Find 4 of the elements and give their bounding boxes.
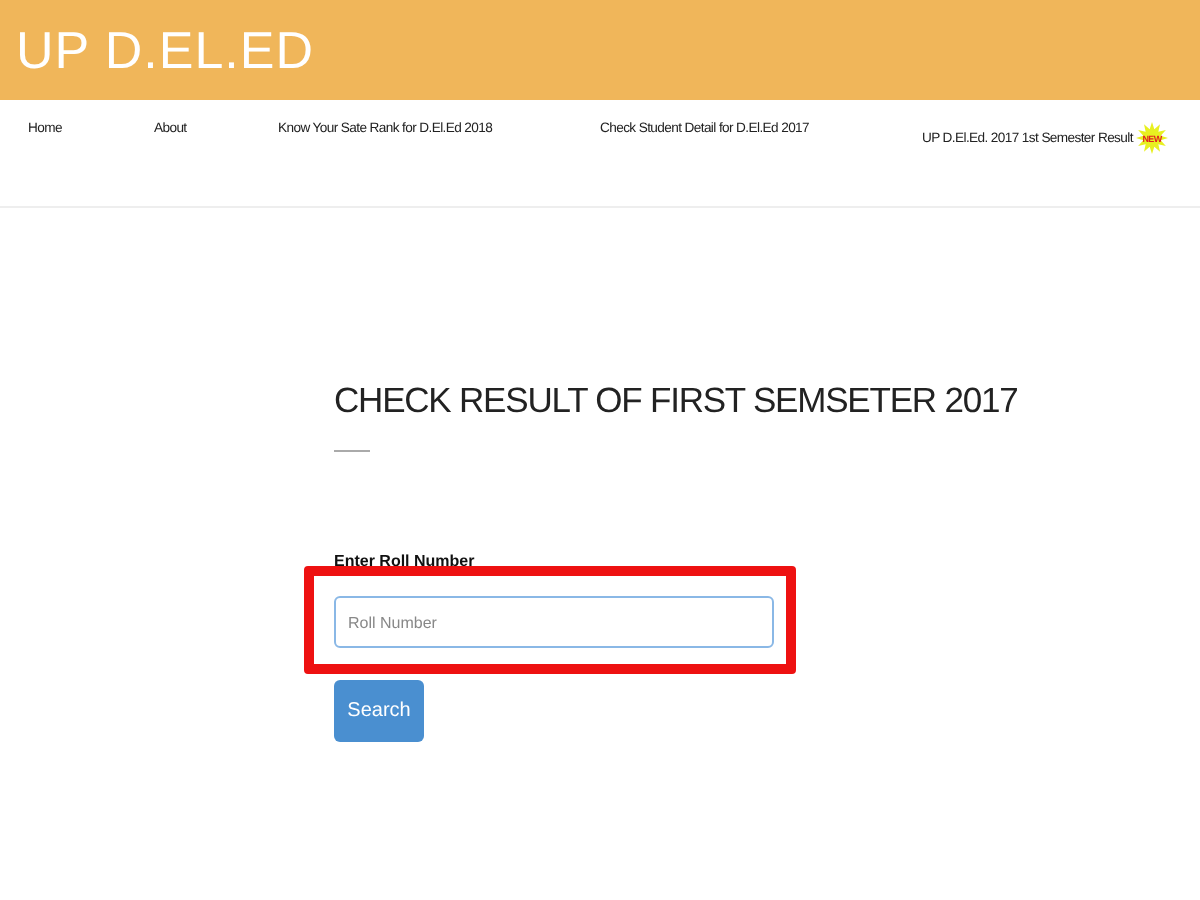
field-label: Enter Roll Number: [334, 552, 475, 570]
roll-number-field[interactable]: Roll Number: [334, 596, 774, 648]
page-heading: CHECK RESULT OF FIRST SEMSETER 2017: [334, 380, 1018, 422]
site-title: UP D.EL.ED: [16, 19, 315, 81]
